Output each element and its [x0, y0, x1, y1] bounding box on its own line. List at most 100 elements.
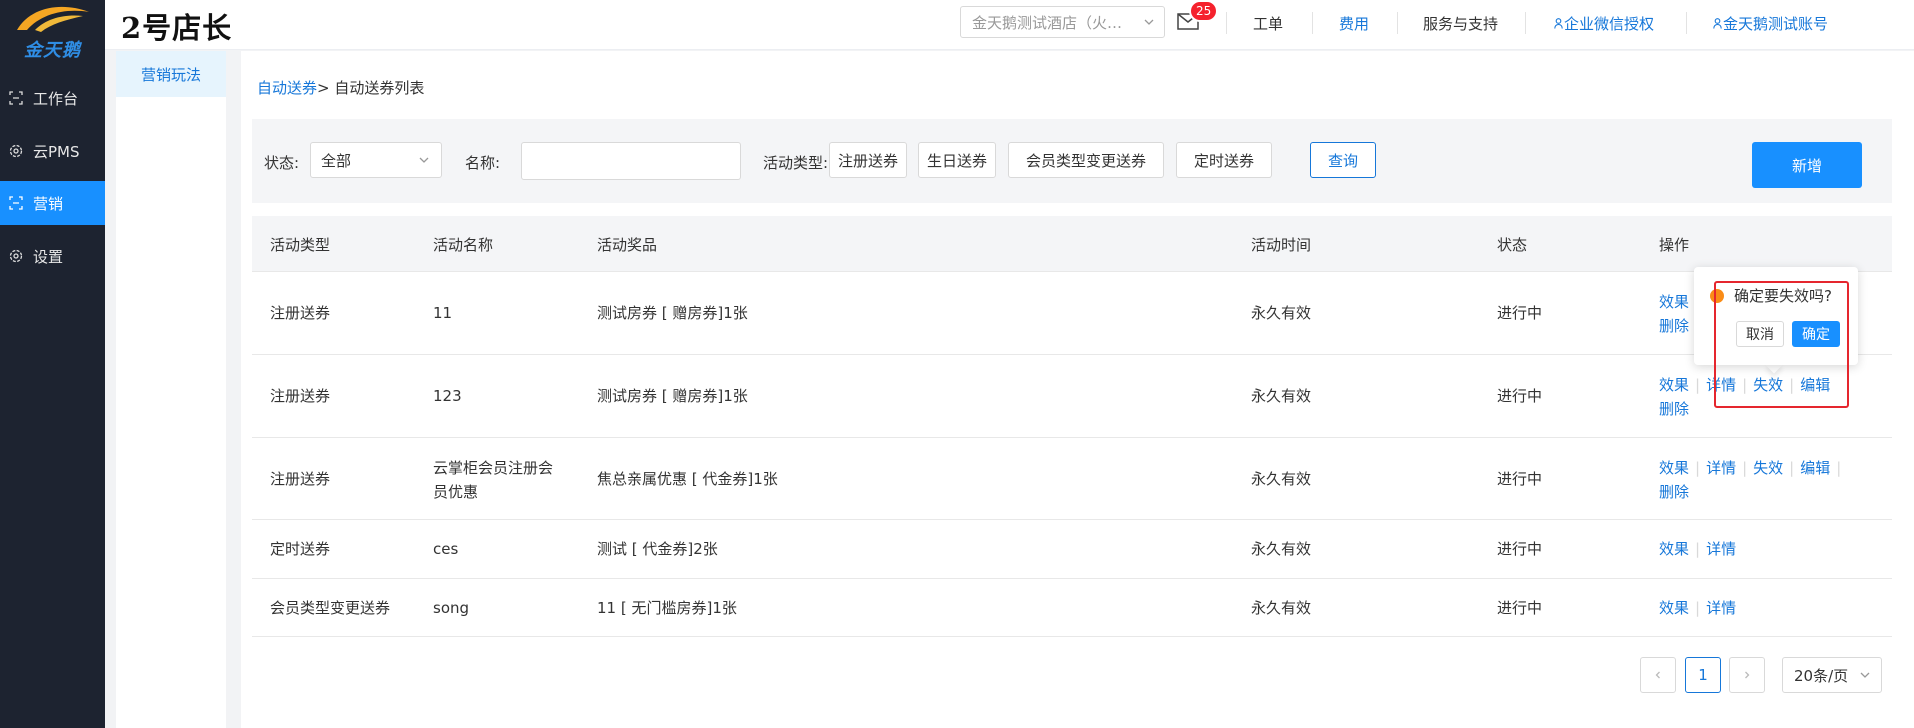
- delete-link[interactable]: 删除: [1659, 317, 1689, 335]
- status-select[interactable]: 全部: [310, 142, 442, 178]
- gear-icon: [8, 143, 24, 159]
- nav-label: 云PMS: [33, 142, 80, 161]
- effect-link[interactable]: 效果: [1659, 376, 1689, 394]
- breadcrumb-link[interactable]: 自动送券: [257, 79, 317, 97]
- cell-time: 永久有效: [1251, 387, 1312, 405]
- cell-type: 定时送券: [270, 540, 331, 558]
- detail-link[interactable]: 详情: [1706, 599, 1736, 617]
- effect-link[interactable]: 效果: [1659, 599, 1689, 617]
- type-birthday-button[interactable]: 生日送券: [918, 142, 996, 178]
- cell-ops: 效果 | 详情: [1659, 537, 1859, 561]
- column-header: 活动名称: [433, 236, 494, 254]
- cell-time: 永久有效: [1251, 304, 1312, 322]
- gear-icon: [8, 248, 24, 264]
- cell-name: 123: [433, 387, 462, 405]
- detail-link[interactable]: 详情: [1706, 459, 1736, 477]
- page-number[interactable]: 1: [1685, 657, 1721, 693]
- type-scheduled-button[interactable]: 定时送券: [1176, 142, 1272, 178]
- cell-name-line2: 员优惠: [433, 483, 479, 501]
- cell-name-line1: 云掌柜会员注册会: [433, 459, 554, 477]
- invalidate-link[interactable]: 失效: [1753, 459, 1783, 477]
- table-row: 注册送券 云掌柜会员注册会 员优惠 焦总亲属优惠 [ 代金券]1张 永久有效 进…: [252, 438, 1892, 520]
- cell-ops: 效果 | 详情 | 失效 | 编辑 | 删除: [1659, 456, 1859, 504]
- hotel-select-value: 金天鹅测试酒店（火…: [972, 13, 1123, 32]
- next-page-button[interactable]: [1729, 657, 1765, 693]
- cell-name: 云掌柜会员注册会 员优惠: [433, 456, 553, 504]
- cell-status: 进行中: [1497, 387, 1543, 405]
- cell-prize: 11 [ 无门槛房券]1张: [597, 599, 737, 617]
- account-link[interactable]: 金天鹅测试账号: [1713, 0, 1828, 46]
- effect-link[interactable]: 效果: [1659, 459, 1689, 477]
- detail-link[interactable]: 详情: [1706, 540, 1736, 558]
- service-support-link[interactable]: 服务与支持: [1423, 0, 1498, 46]
- table-header: 活动类型 活动名称 活动奖品 活动时间 状态 操作: [252, 216, 1892, 272]
- main-content: 自动送券> 自动送券列表 状态: 全部 名称: 活动类型: 注册送券 生日送券 …: [241, 51, 1914, 728]
- table-row: 注册送券 11 测试房券 [ 赠房券]1张 永久有效 进行中 效果 删除: [252, 272, 1892, 355]
- effect-link[interactable]: 效果: [1659, 540, 1689, 558]
- type-register-button[interactable]: 注册送券: [829, 142, 907, 178]
- cell-time: 永久有效: [1251, 599, 1312, 617]
- column-header: 状态: [1497, 236, 1528, 254]
- filter-bar: 状态: 全部 名称: 活动类型: 注册送券 生日送券 会员类型变更送券 定时送券…: [252, 119, 1892, 203]
- logo-text: 金天鹅: [24, 40, 81, 61]
- cell-type: 注册送券: [270, 470, 331, 488]
- user-icon: [1713, 17, 1722, 29]
- delete-link[interactable]: 删除: [1659, 483, 1689, 501]
- brand-title: 2号店长: [121, 11, 233, 45]
- cell-prize: 测试 [ 代金券]2张: [597, 540, 718, 558]
- breadcrumb: 自动送券> 自动送券列表: [257, 77, 424, 98]
- delete-link[interactable]: 删除: [1659, 400, 1689, 418]
- nav-item-workbench[interactable]: 工作台: [0, 76, 105, 120]
- column-header: 活动时间: [1251, 236, 1312, 254]
- name-input[interactable]: [521, 142, 741, 180]
- nav-item-marketing[interactable]: 营销: [0, 181, 105, 225]
- activity-table: 活动类型 活动名称 活动奖品 活动时间 状态 操作 注册送券 11 测试房券 […: [252, 216, 1892, 637]
- divider: [1686, 12, 1687, 34]
- separator: |: [1695, 540, 1701, 558]
- nav-label: 营销: [33, 194, 64, 213]
- edit-link[interactable]: 编辑: [1800, 459, 1830, 477]
- prev-page-button[interactable]: [1640, 657, 1676, 693]
- breadcrumb-separator: >: [317, 79, 330, 97]
- cell-prize: 测试房券 [ 赠房券]1张: [597, 387, 748, 405]
- cell-status: 进行中: [1497, 599, 1543, 617]
- cell-type: 注册送券: [270, 387, 331, 405]
- sub-sidebar: 营销玩法: [116, 51, 226, 728]
- chevron-right-icon: [1745, 671, 1750, 679]
- nav-label: 工作台: [33, 89, 79, 108]
- hotel-select[interactable]: 金天鹅测试酒店（火…: [960, 6, 1165, 38]
- cell-name: 11: [433, 304, 453, 322]
- table-row: 定时送券 ces 测试 [ 代金券]2张 永久有效 进行中 效果 | 详情: [252, 520, 1892, 579]
- separator: |: [1789, 459, 1795, 477]
- divider: [1525, 12, 1526, 34]
- separator: |: [1695, 599, 1701, 617]
- table-row: 会员类型变更送券 song 11 [ 无门槛房券]1张 永久有效 进行中 效果 |…: [252, 579, 1892, 637]
- cell-status: 进行中: [1497, 304, 1543, 322]
- type-member-change-button[interactable]: 会员类型变更送券: [1008, 142, 1164, 178]
- query-button[interactable]: 查询: [1310, 142, 1376, 178]
- marketing-icon: [8, 195, 24, 211]
- subnav-item-marketing-plays[interactable]: 营销玩法: [116, 51, 226, 97]
- mail-badge: 25: [1189, 0, 1219, 22]
- separator: |: [1742, 459, 1748, 477]
- account-label: 金天鹅测试账号: [1723, 14, 1829, 33]
- user-icon: [1554, 17, 1563, 29]
- cell-prize: 测试房券 [ 赠房券]1张: [597, 304, 748, 322]
- work-order-link[interactable]: 工单: [1253, 0, 1283, 46]
- cell-prize: 焦总亲属优惠 [ 代金券]1张: [597, 470, 778, 488]
- nav-item-settings[interactable]: 设置: [0, 234, 105, 278]
- fees-link[interactable]: 费用: [1339, 0, 1369, 46]
- separator: |: [1695, 376, 1701, 394]
- divider: [1397, 12, 1398, 34]
- nav-item-cloud-pms[interactable]: 云PMS: [0, 129, 105, 173]
- chevron-down-icon: [1144, 19, 1154, 25]
- top-bar: 2号店长 金天鹅测试酒店（火… 25 工单 费用 服务与支持 企业微信授权 金天…: [105, 0, 1914, 50]
- page-size-select[interactable]: 20条/页: [1782, 657, 1882, 693]
- wechat-auth-link[interactable]: 企业微信授权: [1554, 0, 1654, 46]
- effect-link[interactable]: 效果: [1659, 293, 1689, 311]
- separator: |: [1836, 459, 1842, 477]
- cell-status: 进行中: [1497, 470, 1543, 488]
- chevron-down-icon: [1860, 672, 1870, 678]
- cell-type: 会员类型变更送券: [270, 599, 391, 617]
- add-button[interactable]: 新增: [1752, 142, 1862, 188]
